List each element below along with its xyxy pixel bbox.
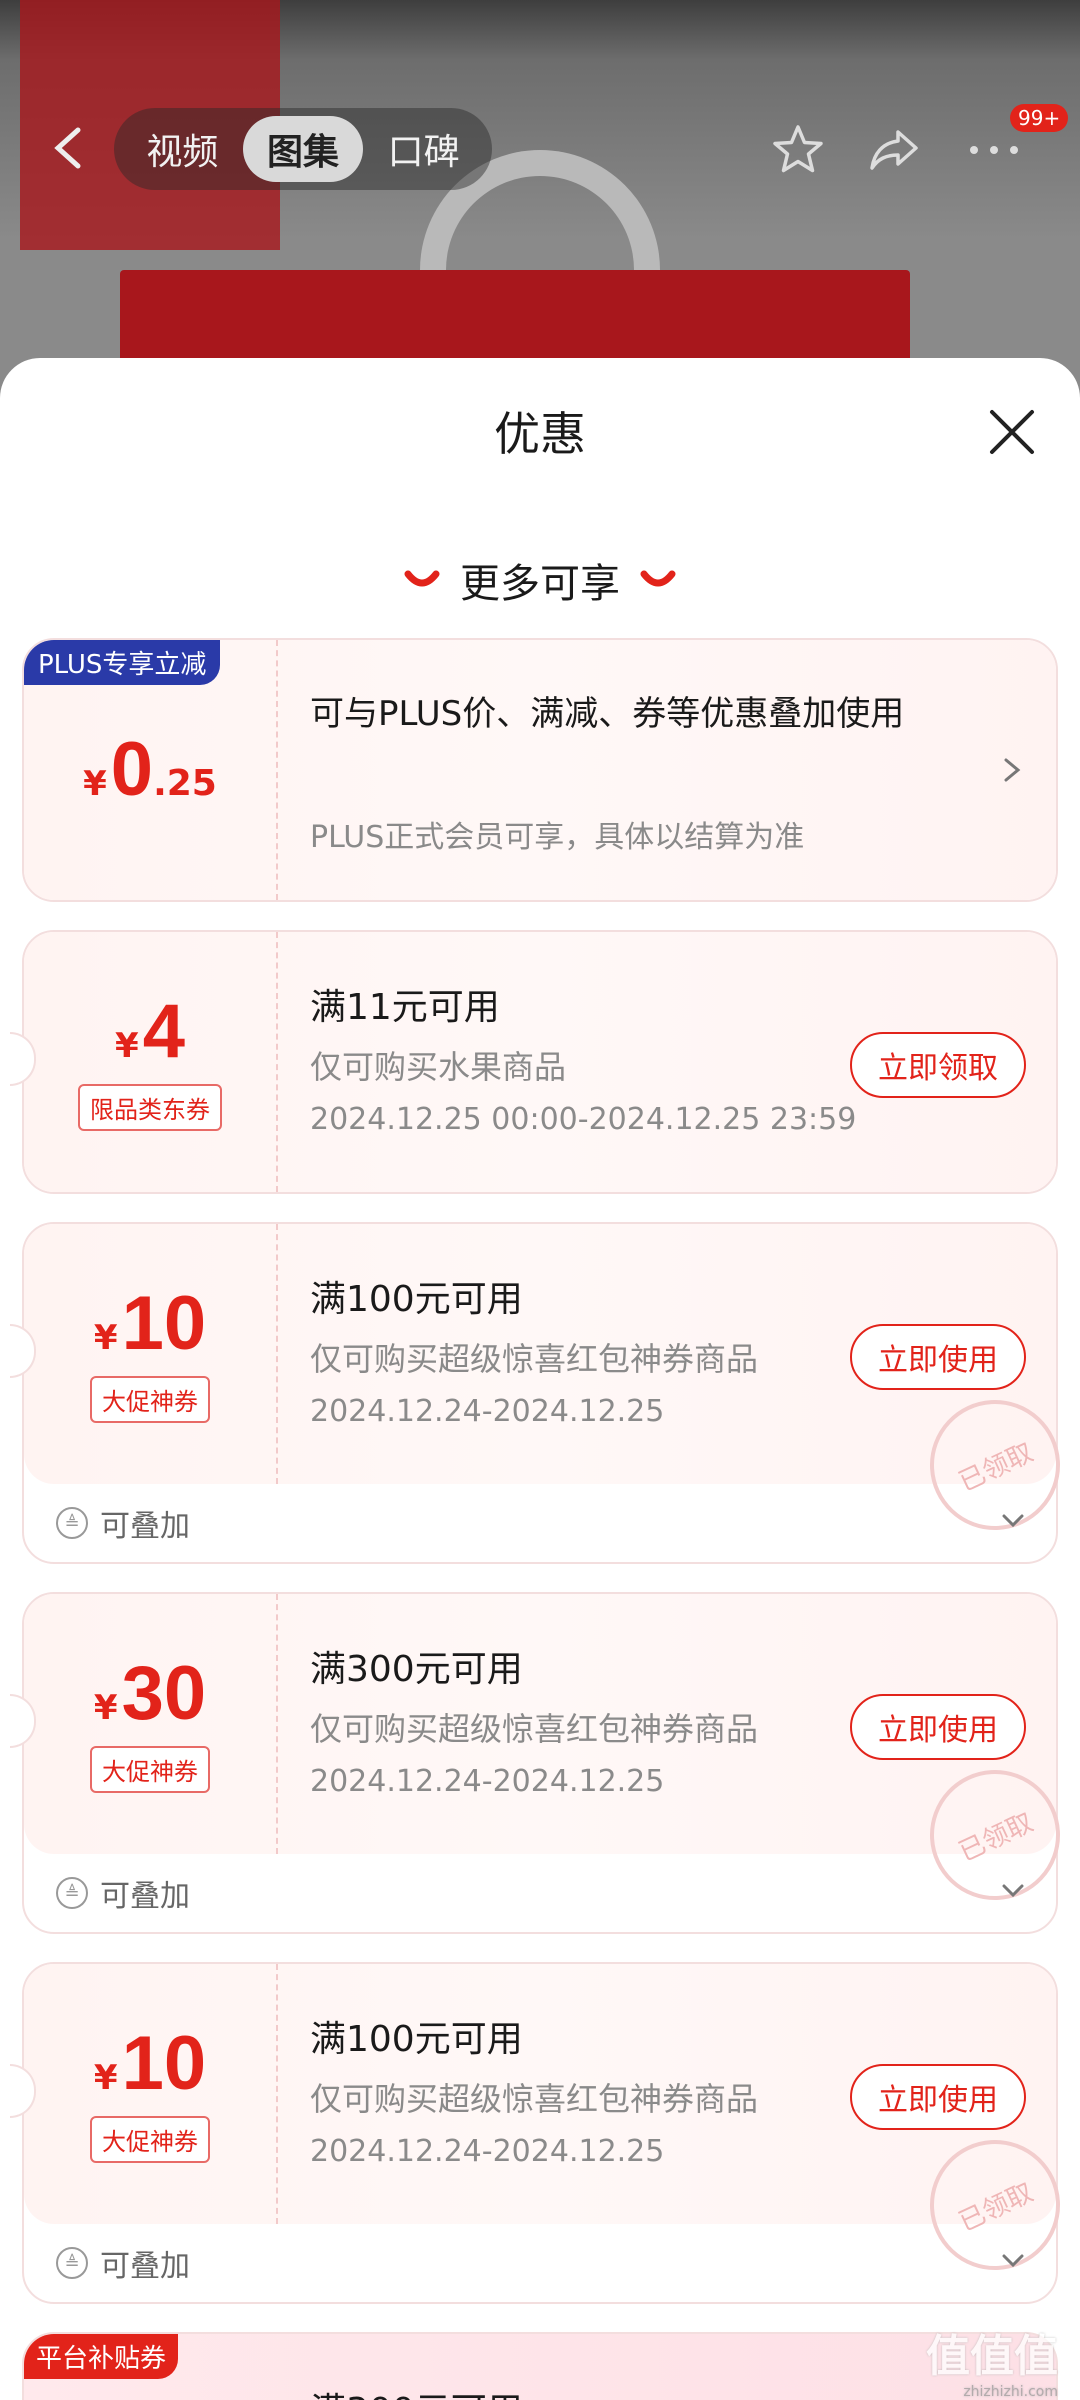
tab-reviews[interactable]: 口碑	[363, 116, 484, 182]
sheet-title: 优惠	[494, 407, 586, 461]
coupon-divider	[276, 932, 278, 1192]
top-bar: 视频 图集 口碑 99+	[0, 100, 1080, 200]
watermark-url: zhizhizhi.com	[963, 2384, 1058, 2400]
subsidy-coupon-card: 平台补贴券 满300元可用	[22, 2332, 1058, 2400]
coupon-validity-date: 2024.12.24-2024.12.25	[310, 1764, 665, 1799]
currency-symbol: ¥	[93, 1687, 118, 1728]
plus-note: PLUS正式会员可享，具体以结算为准	[310, 820, 805, 855]
coupon-type-tag: 大促神券	[90, 1375, 210, 1423]
amount-value: 30	[121, 1650, 207, 1736]
stackable-row[interactable]: ≜ 可叠加	[24, 2224, 1056, 2302]
amount-value: 10	[121, 2020, 207, 2106]
use-coupon-button[interactable]: 立即使用	[850, 1324, 1026, 1390]
stack-icon: ≜	[56, 1507, 88, 1539]
product-background	[0, 0, 1080, 400]
coupon-scope: 仅可购买超级惊喜红包神券商品	[310, 1710, 759, 1748]
amount-decimal: .25	[153, 763, 217, 804]
coupon-body: ¥ 10 大促神券 满100元可用 仅可购买超级惊喜红包神券商品 2024.12…	[10, 1964, 1080, 2292]
discount-sheet: 优惠 更多可享 ¥ 0 .25 可与PLUS价、满减、券等优惠叠加使用 PLUS…	[0, 358, 1080, 2400]
coupon-condition: 满100元可用	[310, 1279, 523, 1320]
coupon-condition: 满300元可用	[310, 1649, 523, 1690]
smile-right-icon	[640, 570, 676, 587]
coupon-amount: ¥ 10 大促神券	[24, 1224, 276, 1484]
coupon-condition: 满300元可用	[310, 2382, 523, 2400]
coupon-type-tag: 限品类东券	[78, 1083, 222, 1131]
notification-badge: 99+	[1010, 104, 1069, 132]
coupon-body: ¥ 10 大促神券 满100元可用 仅可购买超级惊喜红包神券商品 2024.12…	[10, 1224, 1080, 1552]
currency-symbol: ¥	[83, 764, 107, 804]
coupon-scope: 仅可购买水果商品	[310, 1048, 567, 1086]
stack-icon: ≜	[56, 2247, 88, 2279]
amount-integer: 0	[110, 727, 154, 812]
section-title: 更多可享	[460, 561, 620, 607]
coupon-validity-date: 2024.12.25 00:00-2024.12.25 23:59	[310, 1102, 857, 1137]
coupon-amount: ¥ 10 大促神券	[24, 1964, 276, 2224]
coupon-card: ¥ 10 大促神券 满100元可用 仅可购买超级惊喜红包神券商品 2024.12…	[10, 1222, 1080, 1564]
stackable-row[interactable]: ≜ 可叠加	[24, 1854, 1056, 1932]
media-tab-switcher: 视频 图集 口碑	[114, 108, 492, 190]
use-coupon-button[interactable]: 立即使用	[850, 1694, 1026, 1760]
coupon-condition: 满100元可用	[310, 2019, 523, 2060]
coupon-divider	[276, 1594, 278, 1854]
plus-discount-card[interactable]: ¥ 0 .25 可与PLUS价、满减、券等优惠叠加使用 PLUS正式会员可享，具…	[22, 638, 1058, 902]
share-icon[interactable]	[862, 118, 926, 182]
plus-tag: PLUS专享立减	[24, 640, 221, 685]
back-icon[interactable]	[48, 126, 88, 170]
coupon-card: ¥ 10 大促神券 满100元可用 仅可购买超级惊喜红包神券商品 2024.12…	[10, 1962, 1080, 2304]
coupon-card: ¥ 30 大促神券 满300元可用 仅可购买超级惊喜红包神券商品 2024.12…	[10, 1592, 1080, 1934]
star-icon[interactable]	[766, 118, 830, 182]
tab-video[interactable]: 视频	[122, 116, 243, 182]
coupon-divider	[276, 1964, 278, 2224]
close-icon[interactable]	[982, 402, 1042, 462]
site-watermark: 值值值 zhizhizhi.com	[926, 2320, 1058, 2400]
coupon-body: ¥ 4 限品类东券 满11元可用 仅可购买水果商品 2024.12.25 00:…	[10, 932, 1056, 1192]
subsidy-tag: 平台补贴券	[24, 2334, 179, 2379]
coupon-scope: 仅可购买超级惊喜红包神券商品	[310, 2080, 759, 2118]
coupon-divider	[276, 1224, 278, 1484]
chevron-down-icon[interactable]	[998, 1876, 1028, 1906]
coupon-validity-date: 2024.12.24-2024.12.25	[310, 2134, 665, 2169]
chevron-down-icon[interactable]	[998, 1506, 1028, 1536]
coupon-amount: ¥ 30 大促神券	[24, 1594, 276, 1854]
coupon-type-tag: 大促神券	[90, 2115, 210, 2163]
stack-icon: ≜	[56, 1877, 88, 1909]
chevron-down-icon[interactable]	[998, 2246, 1028, 2276]
coupon-body: ¥ 30 大促神券 满300元可用 仅可购买超级惊喜红包神券商品 2024.12…	[10, 1594, 1080, 1922]
section-header: 更多可享	[0, 550, 1080, 610]
coupon-card: ¥ 4 限品类东券 满11元可用 仅可购买水果商品 2024.12.25 00:…	[10, 930, 1058, 1194]
stackable-row[interactable]: ≜ 可叠加	[24, 1484, 1056, 1562]
amount-value: 10	[121, 1280, 207, 1366]
stackable-label: 可叠加	[100, 2249, 190, 2284]
amount-value: 4	[142, 988, 185, 1074]
coupon-type-tag: 大促神券	[90, 1745, 210, 1793]
use-coupon-button[interactable]: 立即使用	[850, 2064, 1026, 2130]
stackable-label: 可叠加	[100, 1509, 190, 1544]
chevron-right-icon[interactable]	[1000, 754, 1024, 786]
coupon-amount: ¥ 4 限品类东券	[24, 932, 276, 1192]
watermark-brand: 值值值	[926, 2331, 1058, 2382]
smile-left-icon	[404, 570, 440, 587]
currency-symbol: ¥	[93, 1317, 118, 1358]
coupon-scope: 仅可购买超级惊喜红包神券商品	[310, 1340, 759, 1378]
currency-symbol: ¥	[115, 1025, 139, 1066]
plus-description: 可与PLUS价、满减、券等优惠叠加使用	[310, 694, 905, 734]
tab-gallery[interactable]: 图集	[242, 116, 364, 182]
claim-coupon-button[interactable]: 立即领取	[850, 1032, 1026, 1098]
currency-symbol: ¥	[93, 2057, 118, 2098]
stackable-label: 可叠加	[100, 1879, 190, 1914]
coupon-condition: 满11元可用	[310, 987, 500, 1028]
coupon-validity-date: 2024.12.24-2024.12.25	[310, 1394, 665, 1429]
coupon-divider	[276, 640, 278, 900]
